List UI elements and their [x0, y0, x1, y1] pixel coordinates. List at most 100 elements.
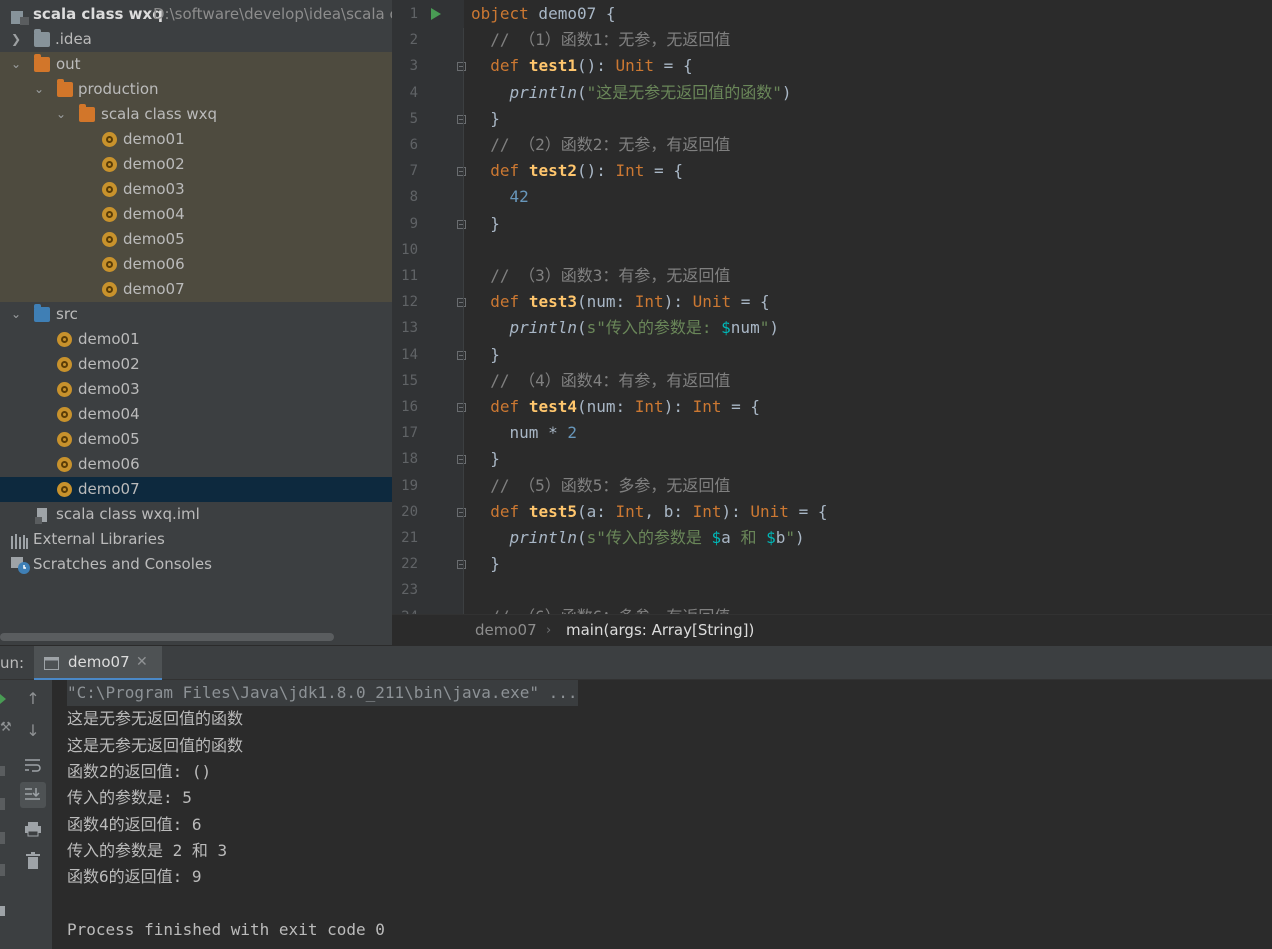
fold-icon[interactable]	[457, 298, 466, 308]
code-line[interactable]: // （6）函数6：多参，有返回值	[471, 604, 730, 614]
line-number: 8	[409, 189, 418, 206]
project-root-icon	[11, 8, 29, 25]
fold-icon[interactable]	[457, 455, 466, 465]
console-command-line: "C:\Program Files\Java\jdk1.8.0_211\bin\…	[67, 680, 578, 706]
line-number: 4	[409, 84, 418, 101]
code-line[interactable]: def test3(num: Int): Unit = {	[471, 289, 769, 315]
tab-demo07[interactable]: demo07 ✕	[34, 646, 162, 681]
breadcrumb-object[interactable]: demo07	[475, 615, 537, 646]
soft-wrap-icon[interactable]	[20, 752, 46, 778]
tree-item-out-demo06[interactable]: demo06	[0, 252, 392, 277]
code-line[interactable]: def test2(): Int = {	[471, 158, 683, 184]
code-line[interactable]: }	[471, 106, 500, 132]
trash-icon[interactable]	[20, 848, 46, 874]
project-root[interactable]: scala class wxq D:\software\develop\idea…	[0, 2, 392, 27]
tree-item-external-libraries[interactable]: External Libraries	[0, 527, 392, 552]
project-root-name: scala class wxq	[33, 5, 163, 23]
chevron-right-icon[interactable]: ❯	[9, 27, 23, 52]
tree-item-out-demo04[interactable]: demo04	[0, 202, 392, 227]
fold-icon[interactable]	[457, 403, 466, 412]
code-line[interactable]: // （5）函数5：多参，无返回值	[471, 473, 730, 499]
run-left-toolbar: ⚒	[0, 680, 16, 949]
arrow-up-icon[interactable]: ↑	[20, 686, 46, 712]
chevron-down-icon[interactable]: ⌄	[54, 102, 68, 127]
tree-item-label: demo02	[78, 355, 140, 373]
code-line[interactable]: println("这是无参无返回值的函数")	[471, 80, 792, 106]
tree-item-scala-class-wxq[interactable]: ⌄ scala class wxq	[0, 102, 392, 127]
fold-icon[interactable]	[457, 560, 466, 570]
console-line: 函数6的返回值: 9	[67, 867, 202, 887]
camera-icon[interactable]	[0, 832, 5, 844]
fold-icon[interactable]	[457, 114, 466, 124]
tree-item-idea[interactable]: ❯ .idea	[0, 27, 392, 52]
tree-item-src-demo05[interactable]: demo05	[0, 427, 392, 452]
scroll-to-end-icon[interactable]	[20, 782, 46, 808]
code-line[interactable]: }	[471, 211, 500, 237]
scala-object-icon	[102, 207, 117, 222]
code-editor[interactable]: 123456789101112131415161718192021222324 …	[392, 0, 1272, 614]
code-line[interactable]: println(s"传入的参数是 $a 和 $b")	[471, 525, 805, 551]
exit-icon[interactable]	[0, 864, 5, 876]
tree-item-production[interactable]: ⌄ production	[0, 77, 392, 102]
scala-object-icon	[57, 407, 72, 422]
tree-item-src-demo07[interactable]: demo07	[0, 477, 392, 502]
code-line[interactable]: println(s"传入的参数是: $num")	[471, 315, 779, 341]
tree-item-label: demo04	[78, 405, 140, 423]
code-line[interactable]: // （4）函数4：有参，有返回值	[471, 368, 730, 394]
tree-item-out-demo07[interactable]: demo07	[0, 277, 392, 302]
code-line[interactable]: def test5(a: Int, b: Int): Unit = {	[471, 499, 827, 525]
line-number: 15	[401, 372, 418, 389]
chevron-down-icon[interactable]: ⌄	[32, 77, 46, 102]
tree-item-src-demo03[interactable]: demo03	[0, 377, 392, 402]
restore-layout-icon[interactable]	[0, 798, 5, 810]
fold-icon[interactable]	[457, 62, 466, 72]
tree-item-out-demo03[interactable]: demo03	[0, 177, 392, 202]
horizontal-scrollbar[interactable]	[0, 633, 334, 641]
breadcrumb-method[interactable]: main(args: Array[String])	[566, 615, 754, 646]
wrench-icon[interactable]: ⚒	[0, 720, 12, 735]
folder-icon	[34, 29, 50, 47]
code-line[interactable]: object demo07 {	[471, 1, 616, 27]
code-line[interactable]: def test1(): Unit = {	[471, 53, 692, 79]
scala-object-icon	[102, 157, 117, 172]
code-line[interactable]: // （1）函数1：无参，无返回值	[471, 27, 730, 53]
tree-item-label: demo04	[123, 205, 185, 223]
tree-item-src-demo01[interactable]: demo01	[0, 327, 392, 352]
print-icon[interactable]	[20, 816, 46, 842]
tree-item-src-demo06[interactable]: demo06	[0, 452, 392, 477]
code-line[interactable]: // （3）函数3：有参，无返回值	[471, 263, 730, 289]
chevron-down-icon[interactable]: ⌄	[9, 52, 23, 77]
tree-item-out-demo02[interactable]: demo02	[0, 152, 392, 177]
console-output[interactable]: "C:\Program Files\Java\jdk1.8.0_211\bin\…	[52, 680, 1272, 949]
code-line[interactable]: 42	[471, 184, 529, 210]
tree-item-out[interactable]: ⌄ out	[0, 52, 392, 77]
tree-item-src[interactable]: ⌄ src	[0, 302, 392, 327]
code-line[interactable]: }	[471, 551, 500, 577]
code-line[interactable]: }	[471, 446, 500, 472]
fold-icon[interactable]	[457, 167, 466, 177]
tree-item-out-demo01[interactable]: demo01	[0, 127, 392, 152]
pin-icon[interactable]	[0, 906, 5, 916]
line-number: 12	[401, 294, 418, 311]
code-line[interactable]: }	[471, 342, 500, 368]
fold-icon[interactable]	[457, 507, 466, 517]
code-line[interactable]: // （2）函数2：无参，有返回值	[471, 132, 730, 158]
code-line[interactable]: def test4(num: Int): Int = {	[471, 394, 760, 420]
tree-item-label: demo01	[123, 130, 185, 148]
line-number: 10	[401, 241, 418, 258]
tree-item-label: demo05	[123, 230, 185, 248]
tree-item-src-demo02[interactable]: demo02	[0, 352, 392, 377]
close-icon[interactable]: ✕	[136, 646, 148, 679]
tree-item-iml[interactable]: scala class wxq.iml	[0, 502, 392, 527]
tree-item-out-demo05[interactable]: demo05	[0, 227, 392, 252]
chevron-down-icon[interactable]: ⌄	[9, 302, 23, 327]
fold-icon[interactable]	[457, 350, 466, 360]
arrow-down-icon[interactable]: ↓	[20, 718, 46, 744]
tree-item-scratches[interactable]: Scratches and Consoles	[0, 552, 392, 577]
stop-icon[interactable]	[0, 766, 5, 776]
code-line[interactable]: num * 2	[471, 420, 577, 446]
tree-item-src-demo04[interactable]: demo04	[0, 402, 392, 427]
fold-icon[interactable]	[457, 219, 466, 229]
rerun-icon[interactable]	[0, 694, 6, 704]
run-gutter-icon[interactable]	[431, 8, 441, 20]
